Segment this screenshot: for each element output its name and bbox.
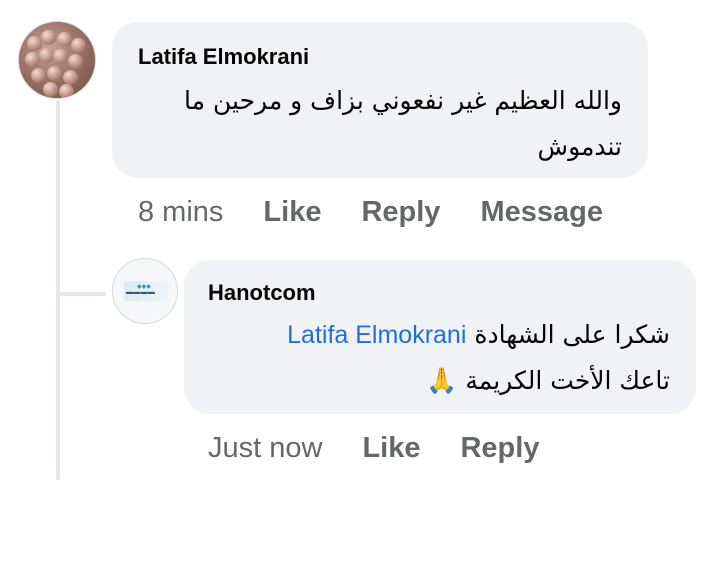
logo-decoration: ▬▬▬▬ [126,289,156,296]
like-button[interactable]: Like [263,196,321,229]
avatar-decoration [57,32,72,47]
reply-text-segment: تاعك الأخت الكريمة [465,366,670,395]
reply-text: شكرا على الشهادة Latifa Elmokrani تاعك ا… [200,312,670,404]
comment-text-line: والله العظيم غير نفعوني بزاف و مرحين ما [184,86,622,115]
mention-link[interactable]: Latifa Elmokrani [287,321,466,349]
like-button[interactable]: Like [362,432,420,465]
reply-button[interactable]: Reply [460,432,539,465]
reply-text-line: شكرا على الشهادة Latifa Elmokrani [200,312,670,358]
reply-timestamp[interactable]: Just now [208,432,322,465]
avatar-decoration [27,36,42,51]
thread-line [56,100,60,480]
reply-connector-line [58,292,106,296]
message-button[interactable]: Message [480,196,603,229]
avatar[interactable] [18,21,96,99]
reply-text-line: تاعك الأخت الكريمة 🙏 [200,358,670,404]
reply-text-segment: شكرا على الشهادة [474,320,670,349]
avatar-decoration [43,82,58,97]
reply-actions: Just now Like Reply [208,432,539,465]
avatar-decoration [63,70,78,85]
avatar-decoration [39,48,54,63]
comment-timestamp[interactable]: 8 mins [138,196,223,229]
avatar-decoration [71,38,86,53]
comment-text-line: تندموش [537,132,622,161]
comment-actions: 8 mins Like Reply Message [138,196,603,229]
avatar-decoration [41,30,56,45]
avatar-decoration [59,84,74,98]
avatar-decoration [25,52,40,67]
avatar-decoration [53,49,68,64]
reply-button[interactable]: Reply [361,196,440,229]
avatar-decoration [68,54,83,69]
comment-author-name[interactable]: Latifa Elmokrani [138,44,309,70]
avatar-decoration [31,68,46,83]
avatar-decoration [47,66,62,81]
reply-author-name[interactable]: Hanotcom [208,280,316,306]
comment-bubble: Latifa Elmokrani والله العظيم غير نفعوني… [112,22,648,178]
praying-hands-icon: 🙏 [426,366,458,395]
avatar[interactable]: ◆◆◆ ▬▬▬▬ [112,258,178,324]
reply-bubble: Hanotcom شكرا على الشهادة Latifa Elmokra… [184,260,696,414]
comment-text: والله العظيم غير نفعوني بزاف و مرحين ما … [132,78,622,170]
